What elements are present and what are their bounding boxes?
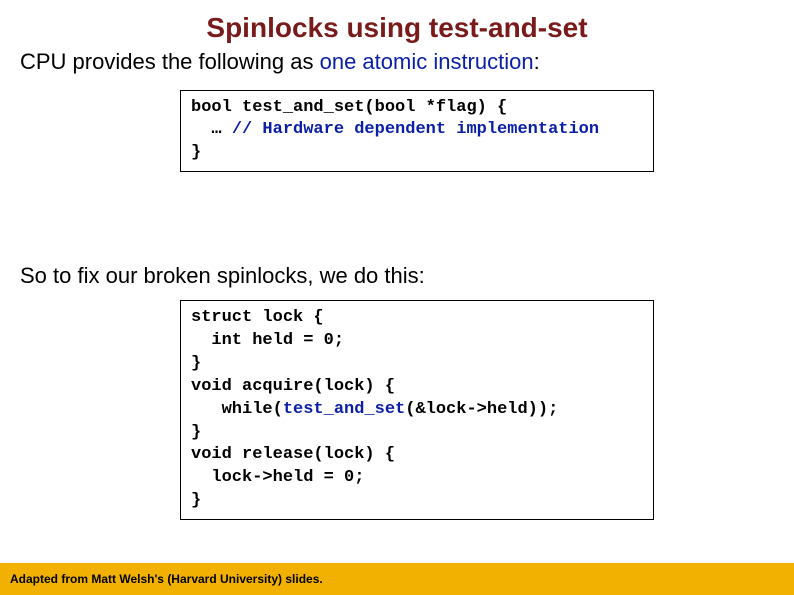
- spacer: [0, 290, 794, 300]
- slide-title: Spinlocks using test-and-set: [0, 0, 794, 48]
- intro-line-1c: :: [534, 49, 540, 74]
- code2-l3: }: [191, 354, 201, 373]
- intro-line-1b: one atomic instruction: [320, 49, 534, 74]
- code1-l3: }: [191, 143, 201, 162]
- code2-l5c: (&lock->held));: [405, 400, 558, 419]
- code2-l5a: while(: [191, 400, 283, 419]
- code2-l7: void release(lock) {: [191, 445, 395, 464]
- intro-line-2: So to fix our broken spinlocks, we do th…: [0, 262, 794, 290]
- code1-l2b: // Hardware dependent implementation: [232, 120, 599, 139]
- code2-l9: }: [191, 491, 201, 510]
- code2-l1: struct lock {: [191, 308, 324, 327]
- code2-l6: }: [191, 423, 201, 442]
- code2-l5b: test_and_set: [283, 400, 405, 419]
- code2-l8: lock->held = 0;: [191, 468, 364, 487]
- spacer: [0, 76, 794, 90]
- code-block-test-and-set: bool test_and_set(bool *flag) { … // Har…: [180, 90, 654, 173]
- code1-l1: bool test_and_set(bool *flag) {: [191, 98, 507, 117]
- footer-text: Adapted from Matt Welsh's (Harvard Unive…: [10, 572, 323, 586]
- intro-line-1: CPU provides the following as one atomic…: [0, 48, 794, 76]
- intro-line-1a: CPU provides the following as: [20, 49, 320, 74]
- code1-l2a: …: [191, 120, 232, 139]
- footer-bar: Adapted from Matt Welsh's (Harvard Unive…: [0, 563, 794, 595]
- code2-l2: int held = 0;: [191, 331, 344, 350]
- code-block-lock: struct lock { int held = 0; } void acqui…: [180, 300, 654, 520]
- spacer: [0, 172, 794, 262]
- code2-l4: void acquire(lock) {: [191, 377, 395, 396]
- slide: Spinlocks using test-and-set CPU provide…: [0, 0, 794, 595]
